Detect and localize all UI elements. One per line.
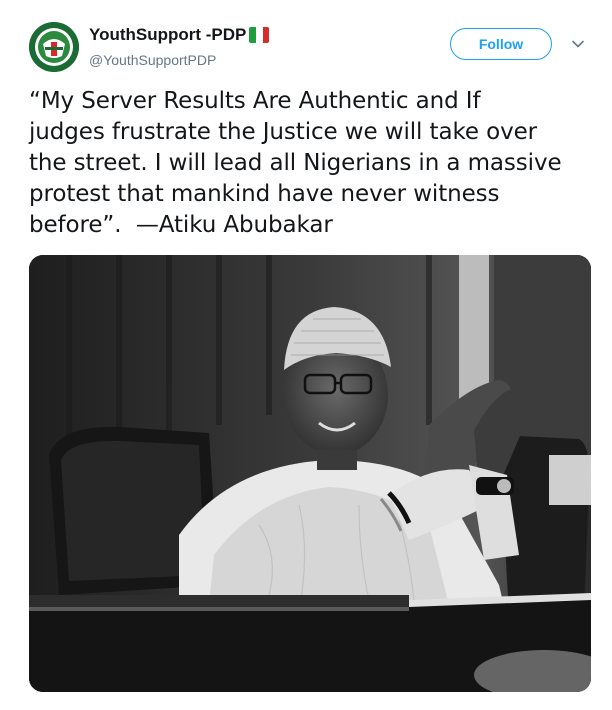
tweet-text: “My Server Results Are Authentic and If … [29,88,562,238]
nigeria-flag-icon [249,27,270,43]
tweet-photo[interactable] [29,255,591,692]
tweet-header: YouthSupport -PDP @YouthSupportPDP Follo… [0,0,612,80]
display-name-row[interactable]: YouthSupport -PDP [89,25,270,45]
display-name[interactable]: YouthSupport -PDP [89,25,246,45]
avatar[interactable] [29,22,79,72]
chevron-down-icon[interactable] [570,36,586,52]
photo-image [29,255,591,692]
account-handle[interactable]: @YouthSupportPDP [89,52,216,68]
follow-button[interactable]: Follow [450,28,552,60]
pdp-logo-icon [29,22,79,72]
